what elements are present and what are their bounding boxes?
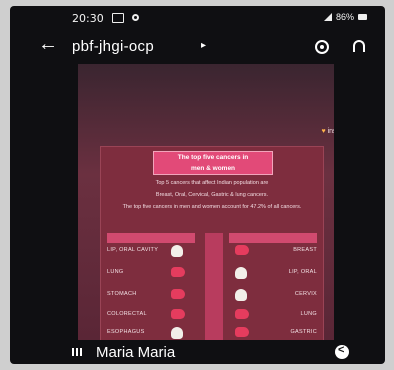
- left-row-label: ESOPHAGUS: [107, 329, 145, 335]
- mouth-icon: [235, 267, 247, 279]
- page-title[interactable]: pbf-jhgi-ocp: [72, 38, 154, 55]
- headphones-icon[interactable]: [353, 40, 365, 52]
- left-row-label: STOMACH: [107, 291, 137, 297]
- right-row-label: CERVIX: [294, 291, 317, 297]
- signal-icon: [323, 13, 332, 21]
- battery-icon: [358, 14, 367, 20]
- left-row-label: LIP, ORAL CAVITY: [107, 247, 159, 253]
- right-row-label: LIP, ORAL: [288, 269, 317, 275]
- status-bar: 20:30 86%: [10, 6, 385, 30]
- left-row-label: LUNG: [107, 269, 124, 275]
- left-row-label: COLORECTAL: [107, 311, 147, 317]
- infographic: The top five cancers in men & women Top …: [100, 146, 324, 340]
- breast-icon: [235, 245, 249, 255]
- phone-screen: 20:30 86% ← pbf-jhgi-ocp ▸ ♥insig The to…: [10, 6, 385, 364]
- status-right: 86%: [323, 12, 367, 22]
- cervix-icon: [235, 289, 247, 301]
- colon-icon: [171, 309, 185, 319]
- status-time: 20:30: [72, 12, 104, 25]
- esophagus-icon: [171, 327, 183, 339]
- center-divider: [205, 233, 223, 340]
- infographic-body: Top 5 cancers that affect Indian populat…: [122, 180, 302, 210]
- equalizer-icon: [72, 348, 82, 356]
- insight-label: ♥insig: [321, 128, 334, 135]
- sync-icon: [132, 14, 139, 21]
- stomach-icon: [171, 289, 185, 299]
- notification-icon: [112, 13, 124, 23]
- track-title[interactable]: Maria Maria: [96, 344, 175, 361]
- heart-icon: ♥: [321, 128, 326, 135]
- app-top-bar: ← pbf-jhgi-ocp ▸: [10, 32, 385, 64]
- right-row-label: BREAST: [293, 247, 317, 253]
- battery-percent: 86%: [335, 12, 354, 22]
- back-icon[interactable]: ←: [38, 34, 58, 54]
- bottom-bar: Maria Maria: [10, 340, 385, 364]
- women-column-header: [229, 233, 317, 243]
- infographic-title: The top five cancers in men & women: [153, 151, 273, 175]
- lung-icon: [171, 267, 185, 277]
- mouth-icon: [171, 245, 183, 257]
- right-row-label: GASTRIC: [290, 329, 317, 335]
- share-icon[interactable]: [335, 344, 349, 359]
- lung-icon: [235, 309, 249, 319]
- right-row-label: LUNG: [300, 311, 317, 317]
- chevron-right-icon[interactable]: ▸: [201, 40, 206, 51]
- stomach-icon: [235, 327, 249, 337]
- media-preview[interactable]: ♥insig The top five cancers in men & wom…: [78, 64, 334, 340]
- rotate-icon[interactable]: [315, 40, 329, 54]
- men-column-header: [107, 233, 195, 243]
